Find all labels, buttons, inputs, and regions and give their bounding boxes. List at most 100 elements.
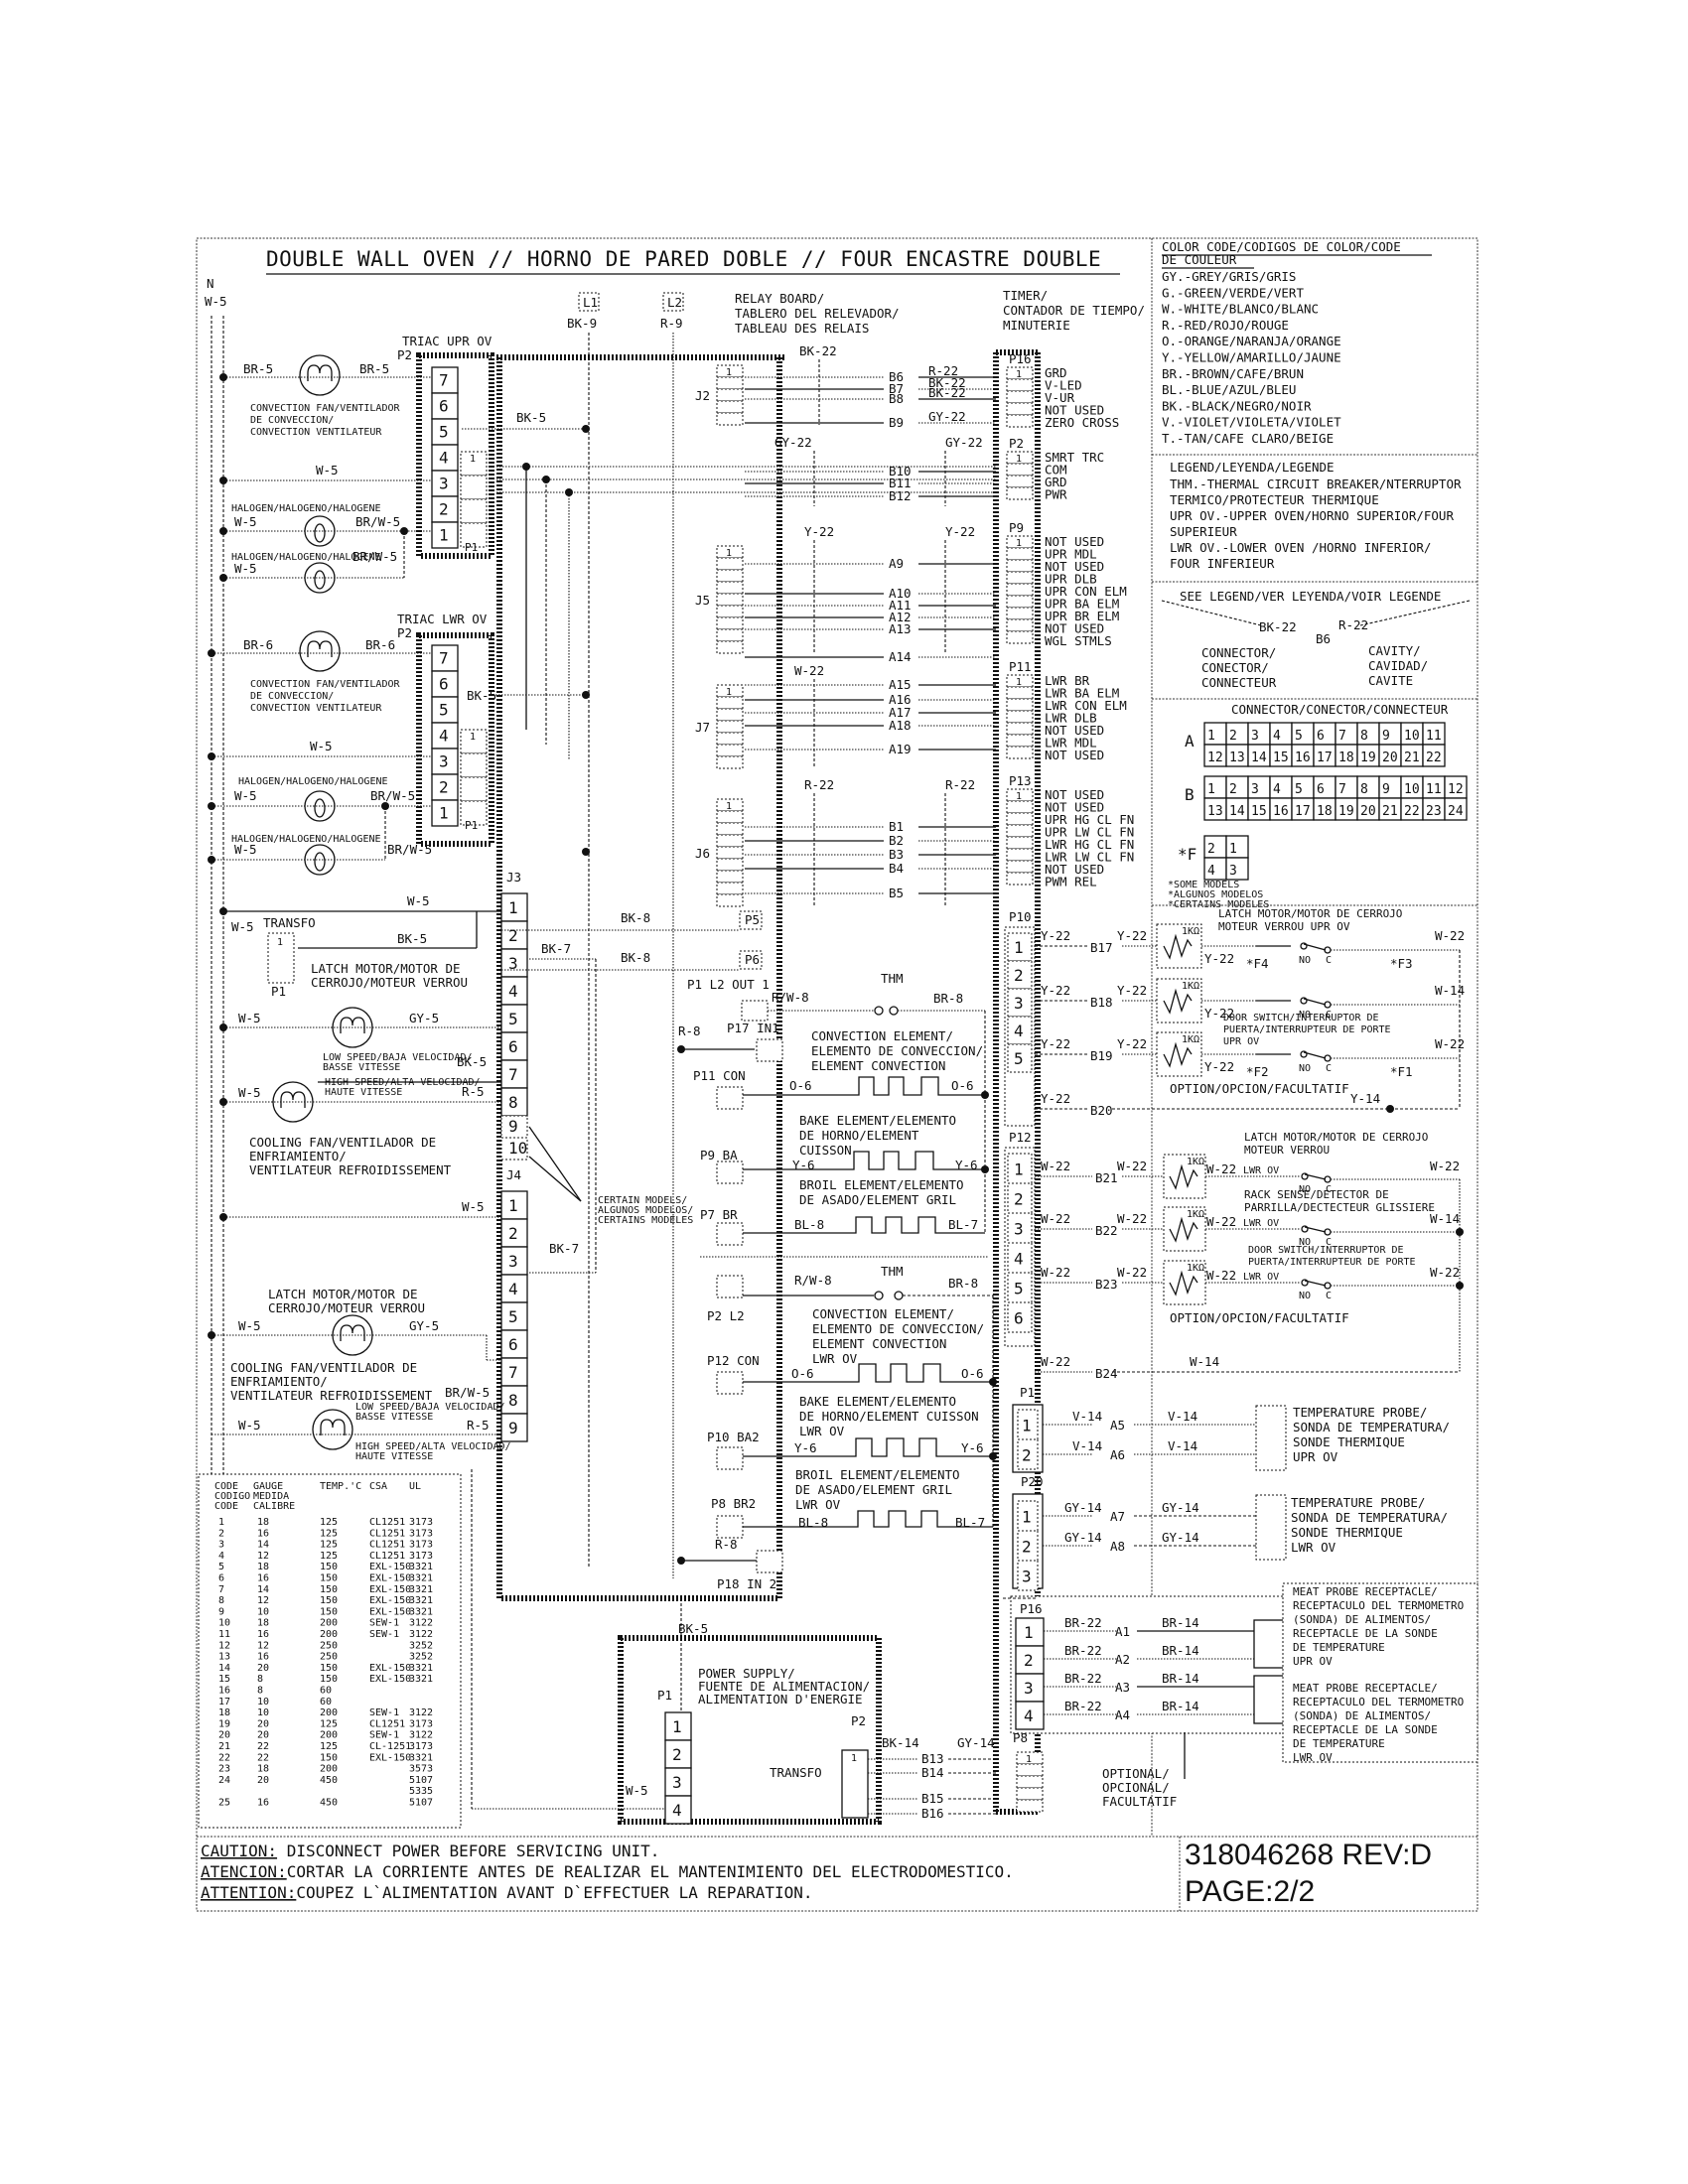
- j4-pin-number: 2: [508, 1224, 518, 1243]
- transfo-label: TRANSFO: [263, 915, 316, 930]
- label: O-6: [961, 1366, 984, 1381]
- thm-upper-icon-b: [889, 1006, 899, 1016]
- l1-wire: BK-9: [567, 316, 597, 331]
- label: P17 IN1: [727, 1021, 779, 1035]
- timer-p11-slot: [1006, 686, 1034, 700]
- triac-lwr-p1-label: P1: [465, 819, 478, 832]
- label: GY-22: [774, 435, 812, 450]
- triac-lwr-p1-slot: [460, 776, 488, 802]
- connector-map-b-cell-number: 5: [1295, 782, 1303, 797]
- relay-j6-pin-1: 1: [726, 801, 732, 812]
- connector-map-a-cell-number: 8: [1360, 729, 1368, 744]
- timer-p13-slot: [1006, 860, 1034, 874]
- relay-code: A15: [889, 677, 912, 692]
- upr-meat-probe-label: RECEPTACULO DEL TERMOMETRO: [1293, 1599, 1464, 1612]
- relay-j5-slot: [716, 569, 744, 583]
- label: 1: [851, 1753, 857, 1764]
- connector-map-b-cell-number: 22: [1404, 804, 1420, 819]
- triac-upr-p2-pin-number: 6: [439, 397, 449, 416]
- j4-high-speed: HAUTE VITESSE: [355, 1451, 433, 1462]
- label: Y-14: [1350, 1091, 1380, 1106]
- wire-table-cell: 200: [320, 1764, 338, 1775]
- label: LWR OV: [1243, 1218, 1279, 1229]
- j3-pin-number: 5: [508, 1010, 518, 1028]
- p12-pin-number: 6: [1014, 1309, 1024, 1328]
- connector-map-b-cell-number: 16: [1273, 804, 1289, 819]
- upr-fan-label: CONVECTION FAN/VENTILADOR: [250, 403, 400, 414]
- label: BK-5: [397, 931, 427, 946]
- lower-broil-label: BROIL ELEMENT/ELEMENTO: [795, 1467, 960, 1482]
- lower-broil-label: LWR OV: [795, 1497, 841, 1512]
- j4-pin-number: 4: [508, 1280, 518, 1298]
- label: 1KΩ: [1187, 1209, 1204, 1220]
- lwr-meat-probe-label: (SONDA) DE ALIMENTOS/: [1293, 1709, 1431, 1722]
- relay-j5-slot: [716, 640, 744, 654]
- wire-table-cell: 20: [218, 1730, 230, 1741]
- page-number: PAGE:2/2: [1185, 1875, 1315, 1908]
- p1-l2-out-label: P1 L2 OUT 1: [687, 977, 770, 992]
- timer-p13-slot: [1006, 824, 1034, 838]
- label: R-22: [804, 777, 834, 792]
- upr-convection-fan-icon-winding: [307, 364, 333, 381]
- wire-table-cell: 125: [320, 1718, 338, 1729]
- label: BR/W-5: [370, 788, 415, 803]
- power-supply-p1-label: P1: [657, 1688, 672, 1703]
- timer-p11-slot: [1006, 734, 1034, 748]
- junction-dot: [208, 802, 215, 810]
- timer-p11-slot: [1006, 722, 1034, 736]
- label: O-6: [951, 1078, 974, 1093]
- wire-table-cell: 125: [320, 1551, 338, 1562]
- relay-j5-slot: [716, 593, 744, 607]
- j3-cooling-label: COOLING FAN/VENTILADOR DE: [249, 1135, 436, 1150]
- wire-table-cell: 3321: [409, 1562, 433, 1572]
- connector-map-b-cell-number: 12: [1448, 782, 1464, 797]
- relay-j7-slot: [716, 708, 744, 722]
- connector-map-a-label: A: [1185, 732, 1195, 751]
- label: R-22: [945, 777, 975, 792]
- timer-p9-slot: [1006, 630, 1034, 644]
- timer-p8-slot: [1016, 1787, 1044, 1801]
- p1-out-terminal: [741, 1000, 769, 1022]
- triac-lwr-p2-pin-number: 6: [439, 675, 449, 694]
- connector-map-a-cell-number: 20: [1382, 751, 1398, 765]
- wire-table-cell: 21: [218, 1741, 230, 1752]
- thm-upper-label: THM: [881, 971, 904, 986]
- wire-table-cell: 150: [320, 1663, 338, 1674]
- connector-map-b-cell-number: 21: [1382, 804, 1398, 819]
- timer-p2-slot: [1006, 486, 1034, 500]
- relay-j6-slot: [716, 858, 744, 872]
- label: A6: [1110, 1447, 1125, 1462]
- thm-lower-icon-b: [894, 1291, 904, 1300]
- junction-dot: [219, 527, 227, 535]
- label: V-14: [1072, 1438, 1102, 1453]
- timer-pin-label: ZERO CROSS: [1045, 415, 1119, 430]
- p10-ba2-terminal: [716, 1446, 744, 1470]
- timer-p9-slot: [1006, 559, 1034, 573]
- timer-p9-slot: [1006, 607, 1034, 620]
- relay-j5-slot: [716, 557, 744, 571]
- wire-table-cell: 3321: [409, 1595, 433, 1606]
- power-supply-p1-pin-number: 3: [672, 1773, 682, 1792]
- upr-meat-probe-label: RECEPTACLE DE LA SONDE: [1293, 1627, 1438, 1640]
- lwr-meat-probe-label: LWR OV: [1293, 1751, 1333, 1764]
- triac-lwr-p2-pin-number: 7: [439, 649, 449, 668]
- wire-table-cell: SEW-1: [369, 1629, 399, 1640]
- lwr-meat-probe-label: DE TEMPERATURE: [1293, 1737, 1385, 1750]
- optional-label: FACULTATIF: [1102, 1794, 1177, 1809]
- label: P18 IN 2: [717, 1576, 776, 1591]
- wire-table-cell: 3173: [409, 1551, 433, 1562]
- label: W-5: [234, 514, 257, 529]
- j3-cooling-fan-icon-winding: [280, 1091, 306, 1108]
- label: W-22: [1041, 1159, 1070, 1173]
- j3-pin-number: 2: [508, 926, 518, 945]
- probe-p1-pin-number: 2: [1022, 1446, 1032, 1465]
- wire-table-cell: 200: [320, 1730, 338, 1741]
- relay-j7-slot: [716, 755, 744, 769]
- label: Y-22: [804, 524, 834, 539]
- upr-temperature-probe-label: UPR OV: [1293, 1449, 1338, 1464]
- wire-table-cell: EXL-150: [369, 1562, 411, 1572]
- label: BK-5: [678, 1621, 708, 1636]
- label: P11 CON: [693, 1068, 746, 1083]
- upper-broil-label: DE ASADO/ELEMENT GRIL: [799, 1192, 956, 1207]
- timer-p13-slot: [1006, 812, 1034, 826]
